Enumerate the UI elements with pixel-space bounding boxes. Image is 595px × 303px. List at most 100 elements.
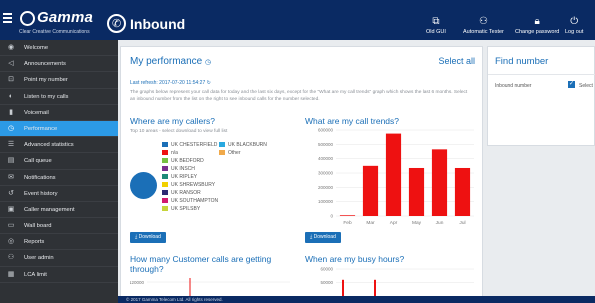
queue-icon: ▤	[7, 157, 15, 165]
y-tick-label: 60000	[320, 267, 333, 272]
legend-item[interactable]: UK RANSOR	[162, 190, 201, 198]
sidebar-item-voicemail[interactable]: ▮ Voicemail	[0, 105, 118, 121]
clock-icon: ◷	[205, 59, 212, 66]
y-tick-label: 300000	[318, 171, 334, 176]
legend-label: Other	[228, 150, 241, 156]
external-link-icon: ⧉	[432, 16, 440, 27]
legend-label: UK RIPLEY	[171, 174, 198, 180]
top-bar: Gamma Clear Creative Communications ✆ In…	[0, 0, 595, 40]
find-number-title: Find number	[495, 56, 549, 67]
legend-item[interactable]: UK SPILSBY	[162, 206, 200, 214]
sidebar-item-label: Announcements	[24, 61, 66, 68]
user-icon: ⚇	[478, 16, 488, 27]
busy-hours-bar[interactable]	[342, 279, 344, 296]
sidebar-item-notifications[interactable]: ✉ Notifications	[0, 170, 118, 186]
x-tick-label: May	[412, 220, 422, 226]
legend-swatch	[162, 190, 168, 195]
sidebar-item-label: User admin	[24, 255, 54, 262]
performance-title-text: My performance	[130, 56, 203, 67]
old-gui-label: Old GUI	[426, 29, 446, 35]
phone-icon[interactable]: ✆	[107, 14, 126, 33]
trend-bar[interactable]	[454, 167, 471, 216]
briefcase-icon: ▣	[7, 205, 15, 213]
divider	[488, 74, 595, 75]
customer-calls-ytick: 120000	[130, 280, 144, 285]
trend-bar[interactable]	[362, 165, 379, 216]
sidebar-item-label: Performance	[24, 125, 58, 132]
sidebar-item-lca-limit[interactable]: ▦ LCA limit	[0, 267, 118, 283]
sidebar-item-advanced-statistics[interactable]: ☰ Advanced statistics	[0, 137, 118, 154]
legend-item[interactable]: Other	[219, 150, 241, 158]
legend-label: UK BLACKBURN	[228, 142, 267, 148]
legend-item[interactable]: UK SHREWSBURY	[162, 182, 215, 190]
power-icon: ⏻	[570, 16, 579, 27]
legend-label: UK SOUTHAMPTON	[171, 198, 219, 204]
trends-title: What are my call trends?	[305, 116, 400, 126]
legend-label: UK SHREWSBURY	[171, 182, 216, 188]
sidebar-item-welcome[interactable]: ◉ Welcome	[0, 40, 118, 57]
customer-calls-title: How many Customer calls are getting thro…	[130, 254, 271, 274]
sidebar-item-event-history[interactable]: ↺ Event history	[0, 186, 118, 202]
report-icon: ◎	[7, 238, 15, 246]
legend-swatch	[162, 158, 168, 163]
trends-download-button[interactable]: ⤓ Download	[305, 232, 341, 243]
legend-label: UK CHESTERFIELD	[171, 142, 218, 148]
callers-subtitle: Top 10 areas - select download to view f…	[130, 129, 228, 134]
old-gui-link[interactable]: ⧉ Old GUI	[426, 16, 446, 36]
legend-item[interactable]: UK CHESTERFIELD	[162, 142, 217, 150]
sidebar-item-wall-board[interactable]: ▭ Wall board	[0, 218, 118, 235]
phone-arrow-icon: ⊡	[8, 76, 14, 84]
megaphone-icon: ◁	[8, 60, 14, 68]
sidebar-item-user-admin[interactable]: ⚇ User admin	[0, 250, 118, 267]
sidebar-item-label: Notifications	[24, 174, 56, 181]
y-tick-label: 500000	[318, 142, 334, 147]
automatic-tester-link[interactable]: ⚇ Automatic Tester	[463, 16, 504, 36]
sidebar-item-label: Welcome	[24, 45, 49, 51]
busy-hours-bar[interactable]	[374, 279, 376, 296]
performance-title: My performance ◷	[130, 56, 211, 67]
trend-bar[interactable]	[339, 215, 356, 216]
legend-swatch	[162, 174, 168, 179]
legend-item[interactable]: n/a	[162, 150, 178, 158]
legend-item[interactable]: UK RIPLEY	[162, 174, 197, 182]
x-tick-label: Jul	[459, 220, 465, 226]
sidebar-item-announcements[interactable]: ◁ Announcements	[0, 56, 118, 73]
sidebar: ◉ Welcome ◁ Announcements ⊡ Point my number ◐ L…	[0, 40, 118, 303]
busy-hours-title: When are my busy hours?	[305, 254, 405, 264]
page-title: Inbound	[130, 16, 186, 32]
sidebar-item-caller-management[interactable]: ▣ Caller management	[0, 202, 118, 219]
legend-item[interactable]: UK SOUTHAMPTON	[162, 198, 218, 206]
sidebar-item-reports[interactable]: ◎ Reports	[0, 234, 118, 251]
legend-swatch	[219, 142, 225, 147]
brand[interactable]: Gamma Clear Creative Communications	[0, 0, 118, 40]
headphones-icon: ◐	[8, 92, 14, 100]
clock-icon: ◷	[7, 124, 15, 132]
change-password-link[interactable]: 🔒︎ Change password	[515, 17, 559, 36]
callers-title: Where are my callers?	[130, 116, 216, 126]
sidebar-item-listen-to-my-calls[interactable]: ◐ Listen to my calls	[0, 89, 118, 105]
y-tick-label: 400000	[318, 156, 334, 161]
legend-item[interactable]: UK INSCH	[162, 166, 195, 174]
legend-item[interactable]: UK BEDFORD	[162, 158, 204, 166]
callers-download-label: Download	[138, 234, 161, 240]
sidebar-item-performance[interactable]: ◷ Performance	[0, 120, 118, 138]
legend-swatch	[162, 206, 168, 211]
select-all-link[interactable]: Select all	[438, 56, 475, 66]
mail-icon: ✉	[8, 173, 14, 181]
trend-bar[interactable]	[431, 149, 448, 216]
menu-icon[interactable]	[3, 13, 12, 25]
legend-swatch	[162, 198, 168, 203]
globe-icon	[20, 11, 35, 26]
inbound-select-label: Select	[579, 83, 593, 89]
legend-item[interactable]: UK BLACKBURN	[219, 142, 267, 150]
sidebar-item-point-my-number[interactable]: ⊡ Point my number	[0, 72, 118, 89]
callers-download-button[interactable]: ⤓ Download	[130, 232, 166, 243]
trend-bar[interactable]	[385, 133, 402, 216]
trend-bar[interactable]	[408, 167, 425, 216]
log-out-link[interactable]: ⏻ Log out	[565, 16, 583, 36]
inbound-select-checkbox[interactable]: ✓	[568, 81, 575, 88]
sidebar-item-call-queue[interactable]: ▤ Call queue	[0, 153, 118, 170]
x-tick-label: Mar	[366, 220, 375, 226]
refresh-icon[interactable]: ↻	[207, 80, 211, 86]
y-tick-label: 200000	[318, 185, 334, 190]
